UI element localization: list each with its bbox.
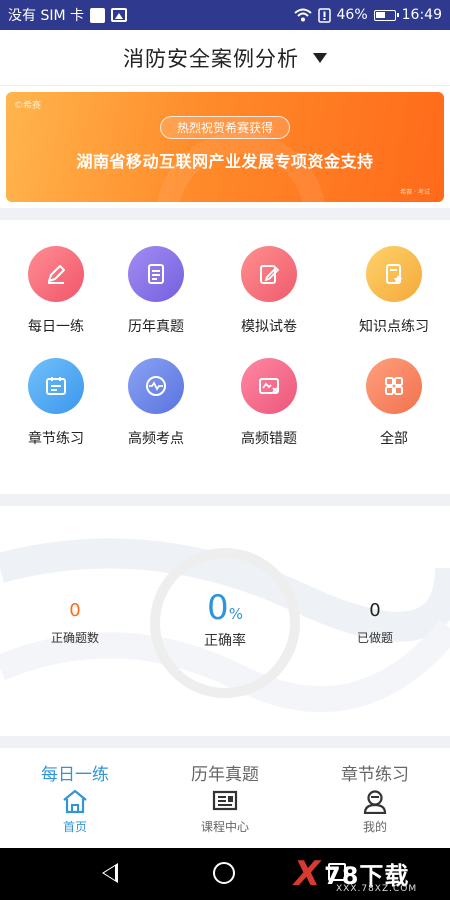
nav-label: 课程中心 bbox=[200, 820, 249, 834]
triangle-down-icon[interactable] bbox=[313, 52, 327, 63]
edit-paper-icon[interactable] bbox=[241, 246, 297, 302]
grid-label: 知识点练习 bbox=[359, 319, 429, 335]
nav-label: 首页 bbox=[62, 820, 87, 834]
grid-label: 每日一练 bbox=[28, 319, 84, 335]
accuracy-unit: % bbox=[228, 605, 243, 623]
grid-label: 章节练习 bbox=[28, 431, 84, 447]
grid-label: 历年真题 bbox=[128, 319, 184, 335]
header[interactable]: 消防安全案例分析 bbox=[0, 30, 450, 86]
correct-count-block: 0 正确题数 bbox=[25, 600, 125, 646]
alert-icon bbox=[317, 7, 331, 23]
grid-label: 全部 bbox=[380, 431, 408, 447]
course-icon[interactable] bbox=[211, 788, 239, 814]
grid-icon[interactable] bbox=[366, 358, 422, 414]
nav-item-courses[interactable]: 课程中心 bbox=[150, 788, 300, 846]
accuracy-block: 0% 正确率 bbox=[150, 588, 300, 650]
correct-count-value: 0 bbox=[69, 600, 81, 621]
banner-logo: ©希赛 bbox=[14, 101, 42, 111]
grid-item-hot-points[interactable]: 高频考点 bbox=[100, 358, 212, 448]
promo-banner[interactable]: ©希赛 热烈祝贺希赛获得 湖南省移动互联网产业发展专项资金支持 希赛 · 考试 bbox=[6, 92, 444, 202]
back-icon[interactable] bbox=[102, 863, 118, 883]
grid-item-frequent-errors[interactable]: 高频错题 bbox=[213, 358, 325, 448]
stats-panel: 0 正确题数 0% 正确率 0 已做题 bbox=[0, 508, 450, 736]
done-count-value: 0 bbox=[369, 600, 381, 621]
done-count-block: 0 已做题 bbox=[325, 600, 425, 646]
pencil-icon[interactable] bbox=[28, 246, 84, 302]
home-icon[interactable] bbox=[61, 788, 89, 814]
calendar-check-icon[interactable] bbox=[28, 358, 84, 414]
section-divider bbox=[0, 208, 450, 220]
status-left: 没有 SIM 卡 bbox=[8, 5, 127, 25]
wifi-icon bbox=[293, 8, 312, 22]
system-nav-bar: X 78下载 XXX.78XZ.COM bbox=[0, 848, 450, 900]
nav-item-profile[interactable]: 我的 bbox=[300, 788, 450, 846]
grid-item-past-exams[interactable]: 历年真题 bbox=[100, 246, 212, 336]
gallery-icon bbox=[111, 8, 127, 22]
battery-percent: 46% bbox=[336, 7, 368, 23]
grid-item-all[interactable]: 全部 bbox=[338, 358, 450, 448]
nav-item-home[interactable]: 首页 bbox=[0, 788, 150, 846]
section-divider bbox=[0, 736, 450, 748]
document-list-icon[interactable] bbox=[128, 246, 184, 302]
accuracy-value: 0 bbox=[207, 588, 229, 628]
status-right: 46% 16:49 bbox=[293, 7, 442, 23]
nav-label: 我的 bbox=[362, 820, 387, 834]
star-document-icon[interactable] bbox=[366, 246, 422, 302]
notification-square-icon bbox=[90, 7, 105, 23]
error-card-icon[interactable] bbox=[241, 358, 297, 414]
battery-icon bbox=[373, 9, 399, 21]
done-count-label: 已做题 bbox=[356, 631, 393, 645]
accuracy-label: 正确率 bbox=[204, 633, 246, 649]
grid-item-knowledge-practice[interactable]: 知识点练习 bbox=[338, 246, 450, 336]
bottom-nav: 首页 课程中心 我的 bbox=[0, 788, 450, 846]
banner-footer: 希赛 · 考试 bbox=[400, 189, 430, 196]
profile-icon[interactable] bbox=[361, 788, 389, 814]
grid-item-chapter-practice[interactable]: 章节练习 bbox=[0, 358, 112, 448]
banner-pill: 热烈祝贺希赛获得 bbox=[159, 116, 291, 139]
status-bar: 没有 SIM 卡 46% 16:49 bbox=[0, 0, 450, 30]
correct-count-label: 正确题数 bbox=[50, 631, 99, 645]
pulse-check-icon[interactable] bbox=[128, 358, 184, 414]
clock: 16:49 bbox=[401, 7, 442, 23]
page-title[interactable]: 消防安全案例分析 bbox=[123, 43, 299, 73]
carrier-text: 没有 SIM 卡 bbox=[8, 8, 84, 24]
watermark-x-logo: X bbox=[294, 854, 321, 894]
grid-item-mock-exam[interactable]: 模拟试卷 bbox=[213, 246, 325, 336]
grid-label: 高频考点 bbox=[128, 431, 184, 447]
watermark: X 78下载 XXX.78XZ.COM bbox=[294, 854, 444, 896]
section-divider bbox=[0, 494, 450, 506]
banner-headline: 湖南省移动互联网产业发展专项资金支持 bbox=[76, 152, 374, 171]
home-circle-icon[interactable] bbox=[213, 862, 235, 884]
watermark-url: XXX.78XZ.COM bbox=[336, 884, 418, 894]
grid-label: 模拟试卷 bbox=[241, 319, 297, 335]
grid-label: 高频错题 bbox=[241, 431, 297, 447]
grid-item-daily-practice[interactable]: 每日一练 bbox=[0, 246, 112, 336]
